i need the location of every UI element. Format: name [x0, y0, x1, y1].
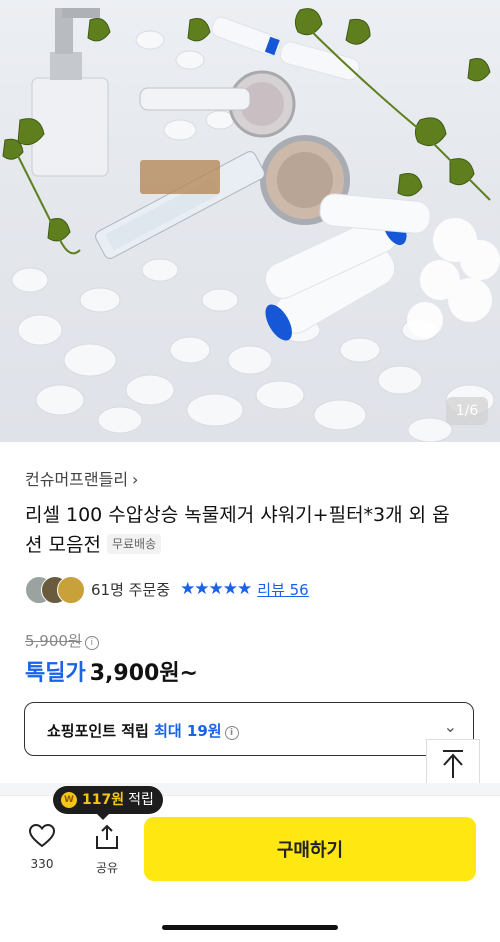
- tooltip-amount: 117원: [82, 792, 125, 808]
- heart-icon: [28, 823, 56, 848]
- info-icon[interactable]: i: [224, 726, 239, 740]
- seller-link[interactable]: 컨슈머프랜들리 ›: [25, 466, 138, 490]
- free-shipping-badge: 무료배송: [106, 534, 162, 554]
- social-proof-row: 61명 주문중 ★★★★★ 리뷰 56: [25, 575, 309, 604]
- tooltip-suffix: 적립: [128, 792, 154, 808]
- avatar: [57, 576, 85, 604]
- buy-button[interactable]: 구매하기: [144, 817, 476, 881]
- review-link[interactable]: 리뷰 56: [257, 579, 308, 600]
- points-label-row: 쇼핑포인트 적립 최대 19원 i: [47, 720, 239, 741]
- buyer-avatars: [25, 576, 87, 604]
- share-icon: [96, 824, 118, 849]
- deal-label: 톡딜가: [25, 661, 86, 686]
- deal-price: 3,900원~: [89, 661, 198, 686]
- shopping-points-box[interactable]: 쇼핑포인트 적립 최대 19원 i ⌄: [24, 702, 474, 756]
- points-max: 최대 19원: [154, 722, 222, 740]
- coin-icon: W: [61, 792, 77, 808]
- points-tooltip: W 117원 적립: [53, 786, 163, 820]
- product-title: 리셀 100 수압상승 녹물제거 샤워기+필터*3개 외 옵션 모음전 무료배송: [25, 500, 465, 560]
- chevron-right-icon: ›: [132, 470, 139, 489]
- deal-price-row: 톡딜가 3,900원~: [25, 655, 198, 687]
- original-price-value: 5,900원: [25, 632, 82, 650]
- product-image[interactable]: 1/6: [0, 0, 500, 442]
- image-pager: 1/6: [446, 397, 488, 425]
- share-label: 공유: [95, 861, 119, 875]
- rating-stars: ★★★★★: [180, 579, 252, 599]
- chevron-down-icon: ⌄: [443, 717, 457, 736]
- product-photo: [2, 8, 500, 442]
- like-count: 330: [30, 857, 54, 871]
- like-button[interactable]: 330: [20, 823, 64, 871]
- order-count: 61명 주문중: [91, 580, 171, 599]
- info-icon[interactable]: i: [84, 636, 99, 650]
- share-button[interactable]: 공유: [85, 823, 129, 876]
- points-label: 쇼핑포인트 적립: [47, 722, 149, 740]
- home-indicator: [162, 925, 338, 930]
- product-title-text: 리셀 100 수압상승 녹물제거 샤워기+필터*3개 외 옵션 모음전: [25, 504, 450, 556]
- seller-name: 컨슈머프랜들리: [25, 470, 129, 489]
- original-price: 5,900원 i: [25, 630, 99, 651]
